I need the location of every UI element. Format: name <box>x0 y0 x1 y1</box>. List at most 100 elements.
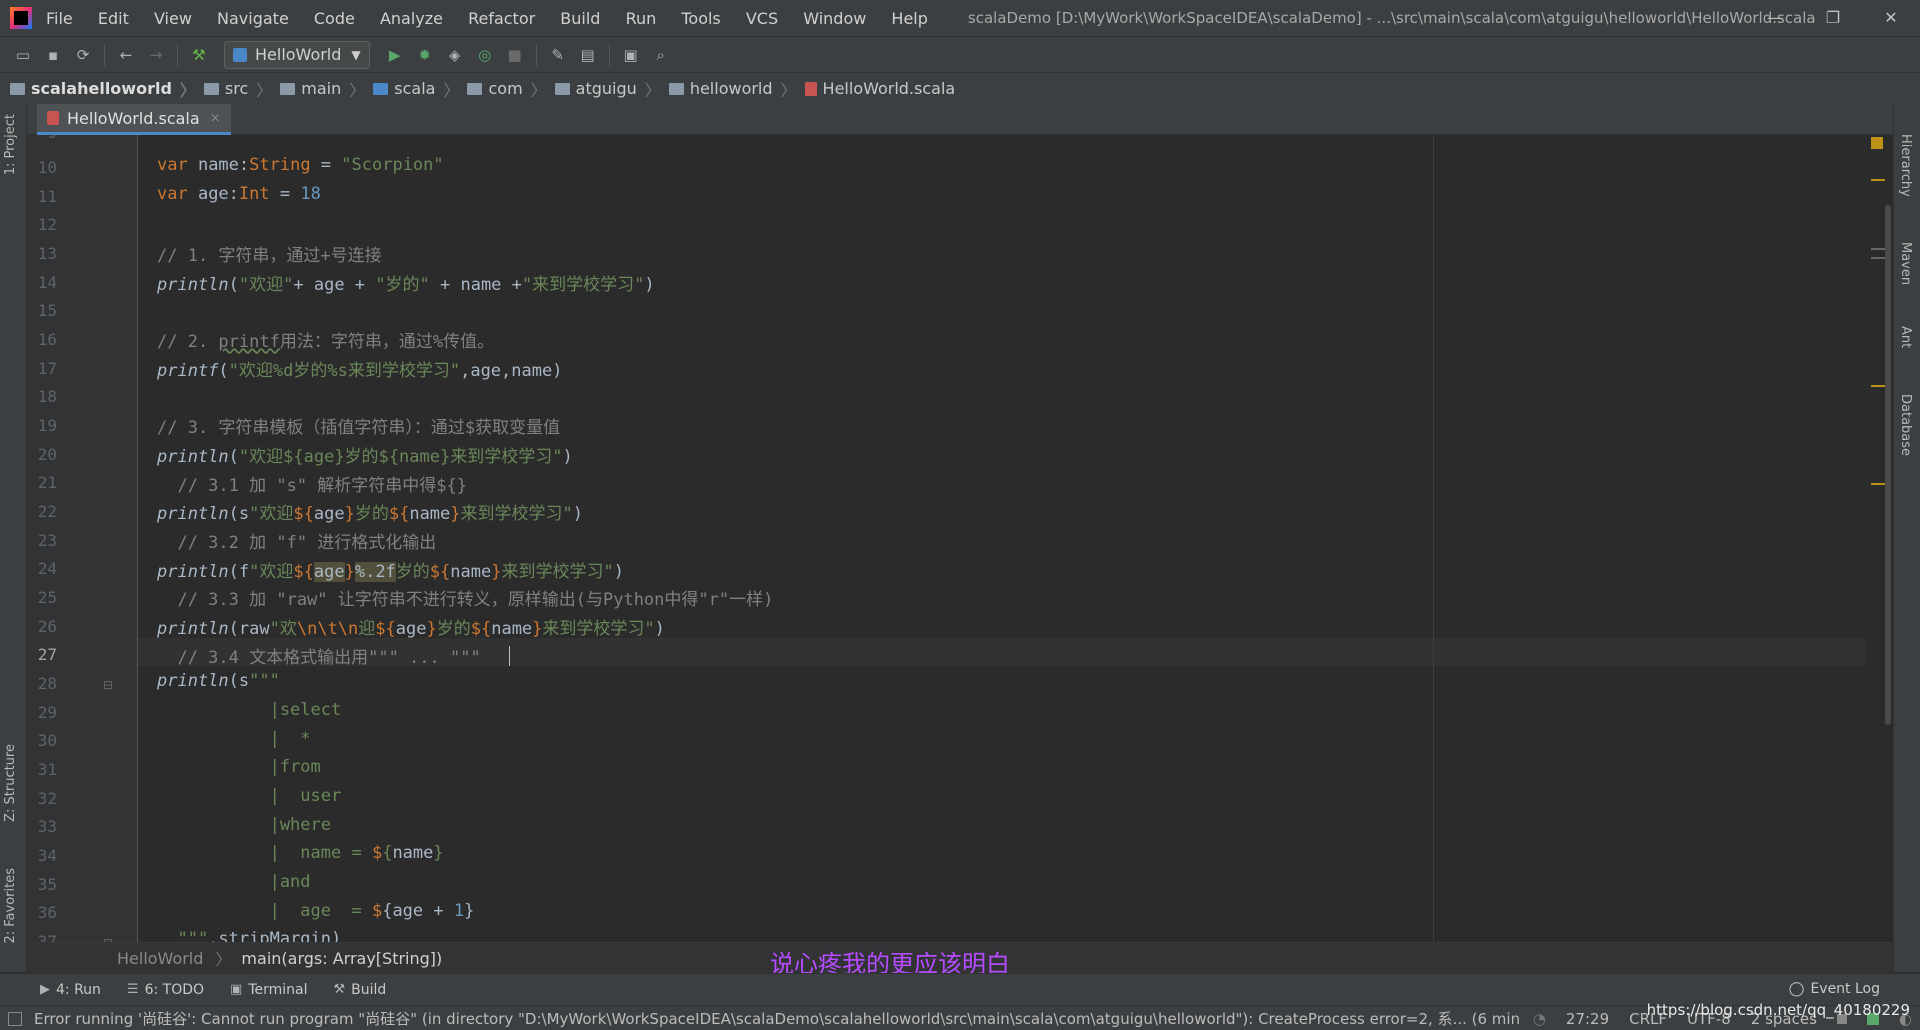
menu-refactor[interactable]: Refactor <box>468 9 535 28</box>
line-number: 37 <box>37 932 57 942</box>
close-tab-icon[interactable]: × <box>210 111 221 126</box>
debug-icon[interactable]: ✹ <box>414 44 436 66</box>
tool-run[interactable]: ▶ 4: Run <box>40 982 101 998</box>
forward-arrow-icon[interactable]: → <box>145 44 167 66</box>
toggle-tool-windows-icon[interactable] <box>8 1012 22 1026</box>
tab-ant[interactable]: Ant <box>1898 326 1913 348</box>
project-structure-icon[interactable]: ▤ <box>577 44 599 66</box>
tool-build[interactable]: ⚒ Build <box>334 982 387 998</box>
tab-project[interactable]: 1: Project <box>3 114 18 175</box>
tool-todo[interactable]: ☰ 6: TODO <box>127 982 204 998</box>
vertical-scrollbar[interactable] <box>1885 205 1891 725</box>
code-editor[interactable]: 9 10 11 12 13 14 15 16 17 18 19 20 21 22… <box>27 135 1893 942</box>
tab-hierarchy[interactable]: Hierarchy <box>1898 134 1913 197</box>
nav-method[interactable]: main(args: Array[String]) <box>241 949 442 968</box>
tab-maven[interactable]: Maven <box>1898 242 1913 285</box>
line-number: 19 <box>37 416 57 435</box>
breadcrumb-item[interactable]: scala 〉 <box>373 77 467 101</box>
code-comment: // 3.1 加 "s" 解析字符串中得${} <box>157 476 467 496</box>
build-hammer-icon[interactable]: ⚒ <box>188 44 210 66</box>
code-line: |select <box>157 700 342 720</box>
line-number: 33 <box>37 817 57 836</box>
menu-run[interactable]: Run <box>626 9 657 28</box>
warning-marker[interactable] <box>1871 385 1885 387</box>
caret-position[interactable]: 27:29 <box>1566 1010 1609 1028</box>
run-configuration-select[interactable]: HelloWorld ▼ <box>224 40 370 69</box>
menu-vcs[interactable]: VCS <box>746 9 778 28</box>
coverage-icon[interactable]: ◈ <box>444 44 466 66</box>
editor-tab-helloworld[interactable]: HelloWorld.scala × <box>37 104 231 135</box>
line-number: 25 <box>37 588 57 607</box>
line-number: 30 <box>37 731 57 750</box>
code-comment: // 3. 字符串模板（插值字符串）：通过$获取变量值 <box>157 418 561 438</box>
line-number-current: 27 <box>37 645 57 664</box>
scroll-thumb[interactable] <box>1871 257 1885 259</box>
synchronize-icon[interactable]: ⟳ <box>72 44 94 66</box>
close-window-button[interactable]: ✕ <box>1862 0 1920 36</box>
menu-navigate[interactable]: Navigate <box>217 9 289 28</box>
warning-marker[interactable] <box>1871 483 1885 485</box>
menu-file[interactable]: File <box>46 9 73 28</box>
restore-button[interactable]: ❐ <box>1804 0 1862 36</box>
tool-terminal[interactable]: ▣ Terminal <box>230 982 307 998</box>
terminal-icon[interactable]: ▣ <box>620 44 642 66</box>
menu-help[interactable]: Help <box>891 9 927 28</box>
run-configuration-label: HelloWorld <box>255 45 342 64</box>
scroll-thumb[interactable] <box>1871 248 1885 250</box>
breadcrumb-item[interactable]: src 〉 <box>203 77 280 101</box>
toolbar-separator <box>535 43 537 66</box>
back-arrow-icon[interactable]: ← <box>115 44 137 66</box>
line-number: 13 <box>37 244 57 263</box>
line-number: 21 <box>37 473 57 492</box>
menu-edit[interactable]: Edit <box>98 9 129 28</box>
code-line: println("欢迎${age}岁的${name}来到学校学习") <box>157 447 573 467</box>
settings-wrench-icon[interactable]: ✎ <box>547 44 569 66</box>
menu-tools[interactable]: Tools <box>681 9 720 28</box>
menu-analyze[interactable]: Analyze <box>380 9 443 28</box>
code-comment: // 2. printf用法：字符串，通过%传值。 <box>157 332 495 352</box>
status-message[interactable]: Error running '尚硅谷': Cannot run program … <box>34 1008 1591 1029</box>
profile-icon[interactable]: ◎ <box>474 44 496 66</box>
code-line: | age = ${age + 1} <box>157 901 475 921</box>
terminal-icon: ▣ <box>230 982 243 997</box>
build-hammer-icon: ⚒ <box>333 982 346 997</box>
tab-favorites[interactable]: 2: Favorites <box>3 868 18 944</box>
open-folder-icon[interactable]: ▭ <box>12 44 34 66</box>
breadcrumb-item[interactable]: atguigu 〉 <box>554 77 669 101</box>
package-icon <box>554 82 570 95</box>
event-log-button[interactable]: ◯ Event Log <box>1789 981 1880 997</box>
line-number: 20 <box>37 445 57 464</box>
package-icon <box>467 82 483 95</box>
error-stripe[interactable] <box>1867 135 1893 942</box>
search-icon[interactable]: ⌕ <box>650 44 672 66</box>
stop-icon[interactable]: ■ <box>504 44 526 66</box>
main-menu: File Edit View Navigate Code Analyze Ref… <box>46 9 948 28</box>
source-folder-icon <box>373 82 389 95</box>
menu-code[interactable]: Code <box>314 9 355 28</box>
chevron-right-icon: 〉 <box>530 80 547 100</box>
fold-marker-icon[interactable]: ⊟ <box>103 678 113 692</box>
run-icon[interactable]: ▶ <box>384 44 406 66</box>
breadcrumb-item[interactable]: HelloWorld.scala <box>804 79 955 98</box>
tab-database[interactable]: Database <box>1898 394 1913 456</box>
breadcrumb-item[interactable]: main 〉 <box>280 77 373 101</box>
minimize-button[interactable]: — <box>1746 0 1804 36</box>
line-number: 34 <box>37 846 57 865</box>
editor-navigation-bar: HelloWorld 〉 main(args: Array[String]) <box>27 942 1893 973</box>
code-line: |from <box>157 757 321 777</box>
menu-view[interactable]: View <box>154 9 192 28</box>
breadcrumb-item[interactable]: scalahelloworld 〉 <box>10 77 204 101</box>
line-number: 14 <box>37 273 57 292</box>
menu-build[interactable]: Build <box>560 9 600 28</box>
editor-tab-label: HelloWorld.scala <box>67 108 200 128</box>
watermark: https://blog.csdn.net/qq_40180229 <box>1646 1001 1910 1019</box>
warning-marker[interactable] <box>1871 179 1885 181</box>
nav-file[interactable]: HelloWorld <box>117 949 203 968</box>
breadcrumb-item[interactable]: helloworld 〉 <box>668 77 805 101</box>
tab-structure[interactable]: Z: Structure <box>3 744 18 822</box>
breadcrumb-item[interactable]: com 〉 <box>467 77 554 101</box>
warning-indicator-icon[interactable] <box>1871 137 1883 149</box>
menu-window[interactable]: Window <box>803 9 866 28</box>
save-all-icon[interactable]: ▪ <box>42 44 64 66</box>
chevron-right-icon: 〉 <box>443 80 460 100</box>
